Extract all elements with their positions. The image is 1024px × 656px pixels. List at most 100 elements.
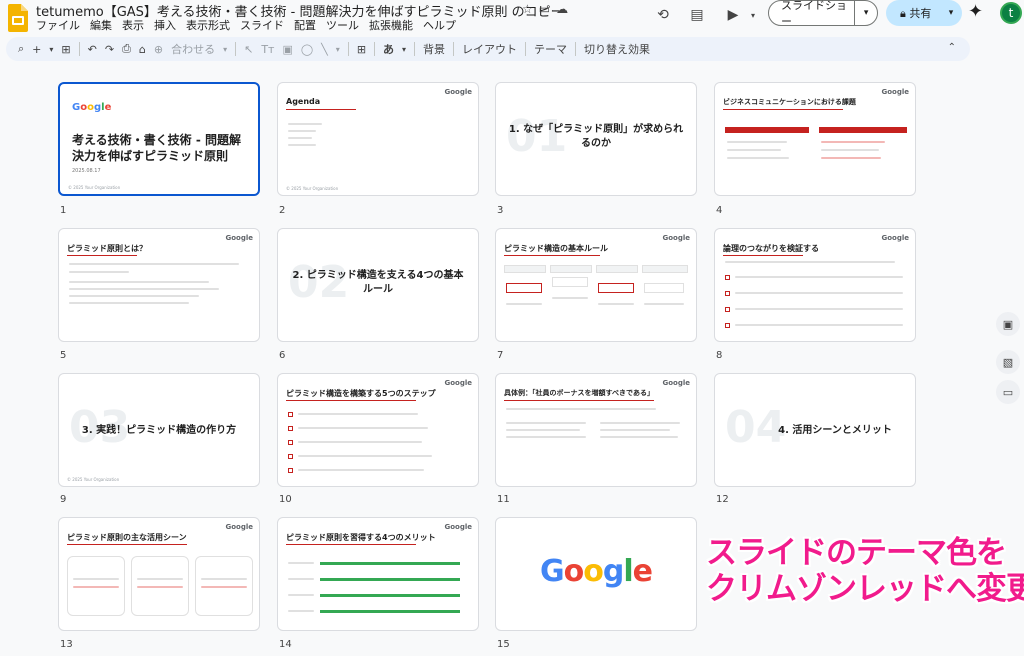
title-underline: [723, 109, 843, 110]
meet-icon[interactable]: ▶: [722, 4, 744, 26]
share-button[interactable]: 🔒︎ 共有 ▾: [886, 0, 962, 26]
undo-icon[interactable]: ↶: [84, 39, 101, 59]
menu-help[interactable]: ヘルプ: [423, 17, 456, 33]
slide-number: 13: [60, 639, 73, 650]
slide-thumbnail-5[interactable]: Google ピラミッド原則とは？: [58, 228, 260, 342]
slide-number: 1: [60, 205, 67, 216]
menu-format[interactable]: 表示形式: [186, 17, 230, 33]
avatar[interactable]: t: [1000, 2, 1022, 24]
text-line: [735, 276, 903, 278]
folder-icon[interactable]: ▭: [996, 380, 1020, 404]
menu-file[interactable]: ファイル: [36, 17, 80, 33]
slide-thumbnail-8[interactable]: Google 論理のつながりを検証する: [714, 228, 916, 342]
menu-tools[interactable]: ツール: [326, 17, 359, 33]
slide-thumbnail-15[interactable]: Google: [495, 517, 697, 631]
slide-thumbnail-1[interactable]: Google 考える技術・書く技術 - 問題解決力を伸ばすピラミッド原則 202…: [58, 82, 260, 196]
title-underline: [67, 255, 137, 256]
menu-slide[interactable]: スライド: [240, 17, 284, 33]
slide-thumbnail-13[interactable]: Google ピラミッド原則の主な活用シーン: [58, 517, 260, 631]
slideshow-button[interactable]: スライドショー ▾: [768, 0, 878, 28]
comments-icon[interactable]: ▤: [686, 4, 708, 26]
paint-format-icon[interactable]: ⌂: [135, 39, 150, 59]
divider: [347, 42, 349, 56]
text-line: [69, 302, 189, 304]
meet-dropdown-icon[interactable]: ▾: [742, 4, 764, 26]
toolbar: ⌕ + ▾ ⊞ ↶ ↷ ⎙ ⌂ ⊕ 合わせる ▾ ↖ Tт ▣ ◯ ╲ ▾ ⊞ …: [6, 37, 970, 61]
redo-icon[interactable]: ↷: [101, 39, 118, 59]
slide-number: 14: [279, 639, 292, 650]
google-logo: Google: [662, 234, 690, 242]
search-menus-icon[interactable]: ⌕: [14, 39, 28, 59]
zoom-icon[interactable]: ⊕: [150, 39, 167, 59]
slide-number: 8: [716, 350, 723, 361]
insert-image-icon[interactable]: ▣: [278, 39, 296, 59]
new-slide-icon[interactable]: +: [28, 39, 45, 59]
text-line: [201, 586, 247, 588]
slide-date: 2025.08.17: [72, 168, 101, 174]
theme-button[interactable]: テーマ: [530, 39, 571, 59]
step-box: [288, 426, 293, 431]
line-dropdown-icon[interactable]: ▾: [332, 39, 344, 59]
slide-thumbnail-3[interactable]: 01 1. なぜ「ピラミッド原則」が求められるのか: [495, 82, 697, 196]
slide-title: 考える技術・書く技術 - 問題解決力を伸ばすピラミッド原則: [72, 133, 241, 163]
input-tools-dropdown-icon[interactable]: ▾: [398, 39, 410, 59]
text-line: [69, 271, 129, 273]
slide-number: 11: [497, 494, 510, 505]
menu-edit[interactable]: 編集: [90, 17, 112, 33]
share-dropdown-icon[interactable]: ▾: [942, 8, 960, 18]
slide-number: 6: [279, 350, 286, 361]
text-line: [73, 586, 119, 588]
title-underline: [504, 255, 600, 256]
zoom-fit-select[interactable]: 合わせる: [167, 39, 219, 59]
move-folder-icon[interactable]: ▭: [539, 2, 550, 16]
slideshow-dropdown-icon[interactable]: ▾: [855, 8, 877, 18]
slide-number: 7: [497, 350, 504, 361]
keep-icon[interactable]: ▣: [996, 312, 1020, 336]
input-tools-button[interactable]: あ: [379, 39, 398, 59]
gemini-spark-icon[interactable]: ✦: [968, 1, 983, 22]
zoom-dropdown-icon[interactable]: ▾: [219, 39, 231, 59]
slide-thumbnail-2[interactable]: Google Agenda © 2025 Your Organization: [277, 82, 479, 196]
text-line: [506, 422, 586, 424]
star-icon[interactable]: ☆: [522, 2, 533, 16]
slide-footer: © 2025 Your Organization: [286, 186, 339, 191]
slide-thumbnail-9[interactable]: 03 3. 実践！ピラミッド構造の作り方 © 2025 Your Organiz…: [58, 373, 260, 487]
slide-thumbnail-14[interactable]: Google ピラミッド原則を習得する4つのメリット: [277, 517, 479, 631]
menu-insert[interactable]: 挿入: [154, 17, 176, 33]
print-icon[interactable]: ⎙: [118, 39, 135, 59]
line-icon[interactable]: ╲: [317, 39, 332, 59]
layout-button[interactable]: レイアウト: [458, 39, 521, 59]
menu-view[interactable]: 表示: [122, 17, 144, 33]
tasks-icon[interactable]: ▧: [996, 350, 1020, 374]
cloud-status-icon[interactable]: ☁: [556, 2, 568, 16]
select-cursor-icon[interactable]: ↖: [240, 39, 257, 59]
shape-icon[interactable]: ◯: [297, 39, 317, 59]
slide-thumbnail-12[interactable]: 04 4. 活用シーンとメリット: [714, 373, 916, 487]
slide-thumbnail-4[interactable]: Google ビジネスコミュニケーションにおける課題: [714, 82, 916, 196]
slides-logo-icon[interactable]: [8, 4, 28, 32]
google-logo: Google: [225, 523, 253, 531]
google-logo: Google: [662, 379, 690, 387]
background-button[interactable]: 背景: [419, 39, 449, 59]
text-box-icon[interactable]: Tт: [257, 39, 278, 59]
slide-thumbnail-6[interactable]: 02 2. ピラミッド構造を支える4つの基本ルール: [277, 228, 479, 342]
title-underline: [286, 544, 416, 545]
collapse-toolbar-icon[interactable]: ⌃: [948, 42, 956, 53]
add-comment-icon[interactable]: ⊞: [353, 39, 370, 59]
title-underline: [286, 400, 416, 401]
slide-thumbnail-11[interactable]: Google 具体例：「社員のボーナスを増額すべきである」: [495, 373, 697, 487]
new-slide-layout-icon[interactable]: ⊞: [57, 39, 74, 59]
slide-thumbnail-10[interactable]: Google ピラミッド構造を構築する5つのステップ: [277, 373, 479, 487]
menu-extensions[interactable]: 拡張機能: [369, 17, 413, 33]
text-line: [288, 610, 314, 612]
menu-bar: ファイル 編集 表示 挿入 表示形式 スライド 配置 ツール 拡張機能 ヘルプ: [36, 17, 456, 33]
text-line: [725, 261, 895, 263]
history-icon[interactable]: ⟲: [652, 4, 674, 26]
new-slide-dropdown-icon[interactable]: ▾: [45, 39, 57, 59]
slide-title: ビジネスコミュニケーションにおける課題: [723, 98, 856, 106]
slide-thumbnail-7[interactable]: Google ピラミッド構造の基本ルール: [495, 228, 697, 342]
menu-arrange[interactable]: 配置: [294, 17, 316, 33]
transition-button[interactable]: 切り替え効果: [580, 39, 654, 59]
title-bar: tetumemo【GAS】考える技術・書く技術 - 問題解決力を伸ばすピラミッド…: [0, 0, 1024, 36]
check-box: [725, 307, 730, 312]
